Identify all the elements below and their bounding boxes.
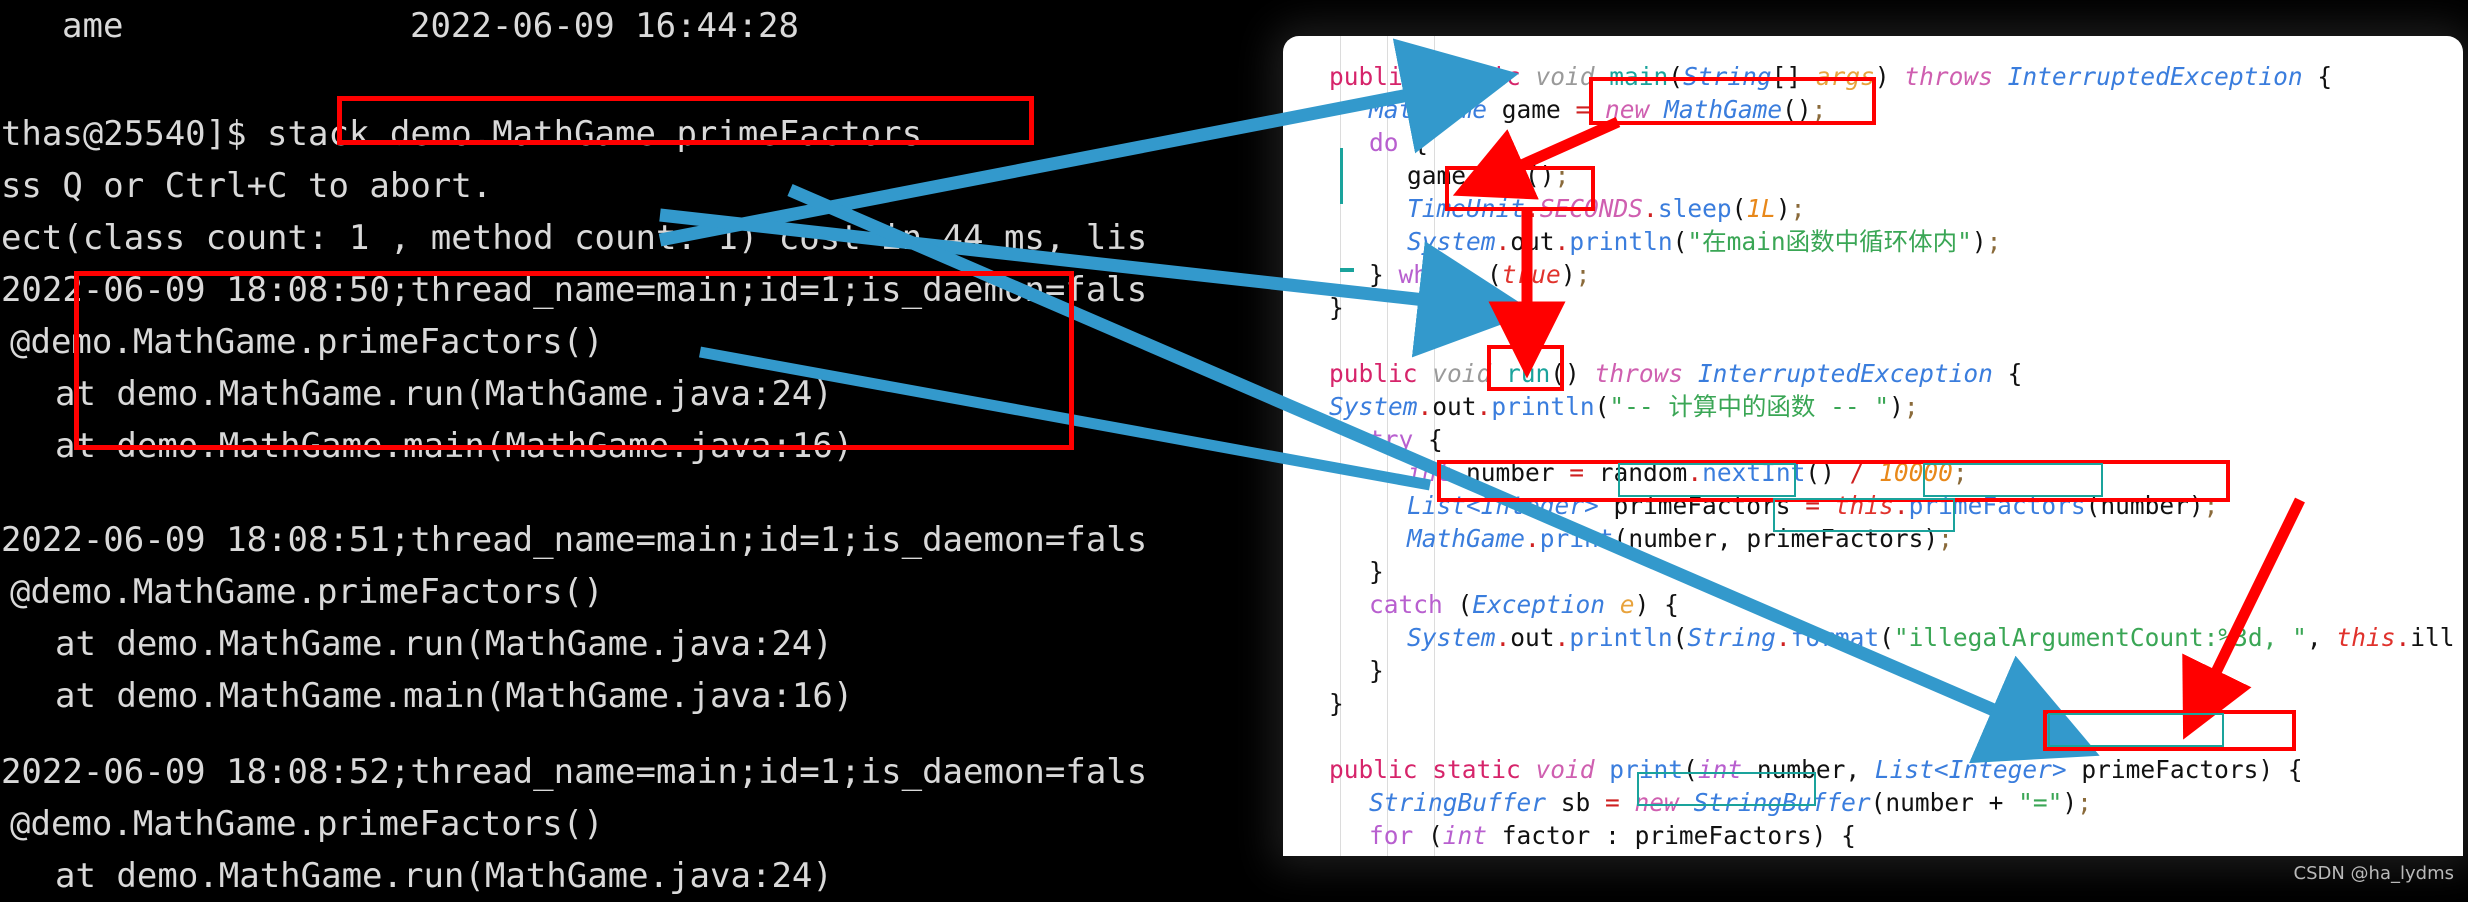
cursor-caret bbox=[1340, 148, 1343, 204]
terminal-header-line: ame 2022-06-09 16:44:28 bbox=[62, 6, 799, 46]
code-editor-panel[interactable]: public static void main(String[] args) t… bbox=[1283, 36, 2463, 856]
code-line-print-signature[interactable]: public static void print(int number, Lis… bbox=[1329, 753, 2303, 787]
code-line-println-run[interactable]: System.out.println("-- 计算中的函数 -- "); bbox=[1329, 390, 1919, 424]
terminal-line: at demo.MathGame.run(MathGame.java:24) bbox=[55, 624, 833, 664]
code-line-number-decl[interactable]: int number = random.nextInt() / 10000; bbox=[1407, 456, 1968, 490]
code-line-print-call[interactable]: MathGame.print(number, primeFactors); bbox=[1407, 522, 1953, 556]
terminal-line: s=2022-06-09 18:08:52;thread_name=main;i… bbox=[0, 752, 1148, 792]
code-line-sleep[interactable]: TimeUnit.SECONDS.sleep(1L); bbox=[1407, 192, 1805, 226]
terminal-line: at demo.MathGame.main(MathGame.java:16) bbox=[55, 676, 854, 716]
code-line-close-run: } bbox=[1329, 689, 1344, 718]
code-line-do[interactable]: do { bbox=[1369, 126, 1428, 160]
code-line-game-decl[interactable]: MathGame game = new MathGame(); bbox=[1369, 93, 1826, 127]
code-line-stringbuffer[interactable]: StringBuffer sb = new StringBuffer(numbe… bbox=[1369, 786, 2092, 820]
code-line-while[interactable]: } while (true); bbox=[1369, 258, 1590, 292]
code-editor-content[interactable]: public static void main(String[] args) t… bbox=[1283, 36, 2463, 856]
terminal-line: at demo.MathGame.main(MathGame.java:16) bbox=[55, 426, 854, 466]
code-line-append[interactable]: sb.append(factor).append('*'); bbox=[1407, 852, 1850, 856]
terminal-line: @demo.MathGame.primeFactors() bbox=[10, 322, 604, 362]
code-line-catch-println[interactable]: System.out.println(String.format("illega… bbox=[1407, 621, 2454, 655]
terminal-line: @demo.MathGame.primeFactors() bbox=[10, 572, 604, 612]
terminal-line: ffect(class count: 1 , method count: 1) … bbox=[0, 218, 1148, 258]
terminal-line: s=2022-06-09 18:08:50;thread_name=main;i… bbox=[0, 270, 1148, 310]
terminal-line: ress Q or Ctrl+C to abort. bbox=[0, 166, 493, 206]
code-line-close-catch: } bbox=[1369, 656, 1384, 685]
code-line-game-run[interactable]: game.run(); bbox=[1407, 159, 1569, 193]
code-line-run-signature[interactable]: public void run() throws InterruptedExce… bbox=[1329, 357, 2022, 391]
block-marker bbox=[1340, 268, 1354, 272]
code-line-close-main: } bbox=[1329, 293, 1344, 322]
code-line-try[interactable]: try { bbox=[1369, 423, 1443, 457]
code-line-println-main[interactable]: System.out.println("在main函数中循环体内"); bbox=[1407, 225, 2001, 259]
terminal-line: at demo.MathGame.run(MathGame.java:24) bbox=[55, 374, 833, 414]
code-line-close-try: } bbox=[1369, 557, 1384, 586]
terminal-line: s=2022-06-09 18:08:51;thread_name=main;i… bbox=[0, 520, 1148, 560]
code-line-for[interactable]: for (int factor : primeFactors) { bbox=[1369, 819, 1856, 853]
code-line-primefactors-decl[interactable]: List<Integer> primeFactors = this.primeF… bbox=[1407, 489, 2218, 523]
terminal-line: at demo.MathGame.run(MathGame.java:24) bbox=[55, 856, 833, 896]
code-line-main-signature[interactable]: public static void main(String[] args) t… bbox=[1329, 60, 2332, 94]
code-line-catch[interactable]: catch (Exception e) { bbox=[1369, 588, 1679, 622]
terminal-line: @demo.MathGame.primeFactors() bbox=[10, 804, 604, 844]
watermark-text: CSDN @ha_lydms bbox=[2293, 863, 2454, 884]
terminal-line: arthas@25540]$ stack demo.MathGame prime… bbox=[0, 114, 923, 154]
